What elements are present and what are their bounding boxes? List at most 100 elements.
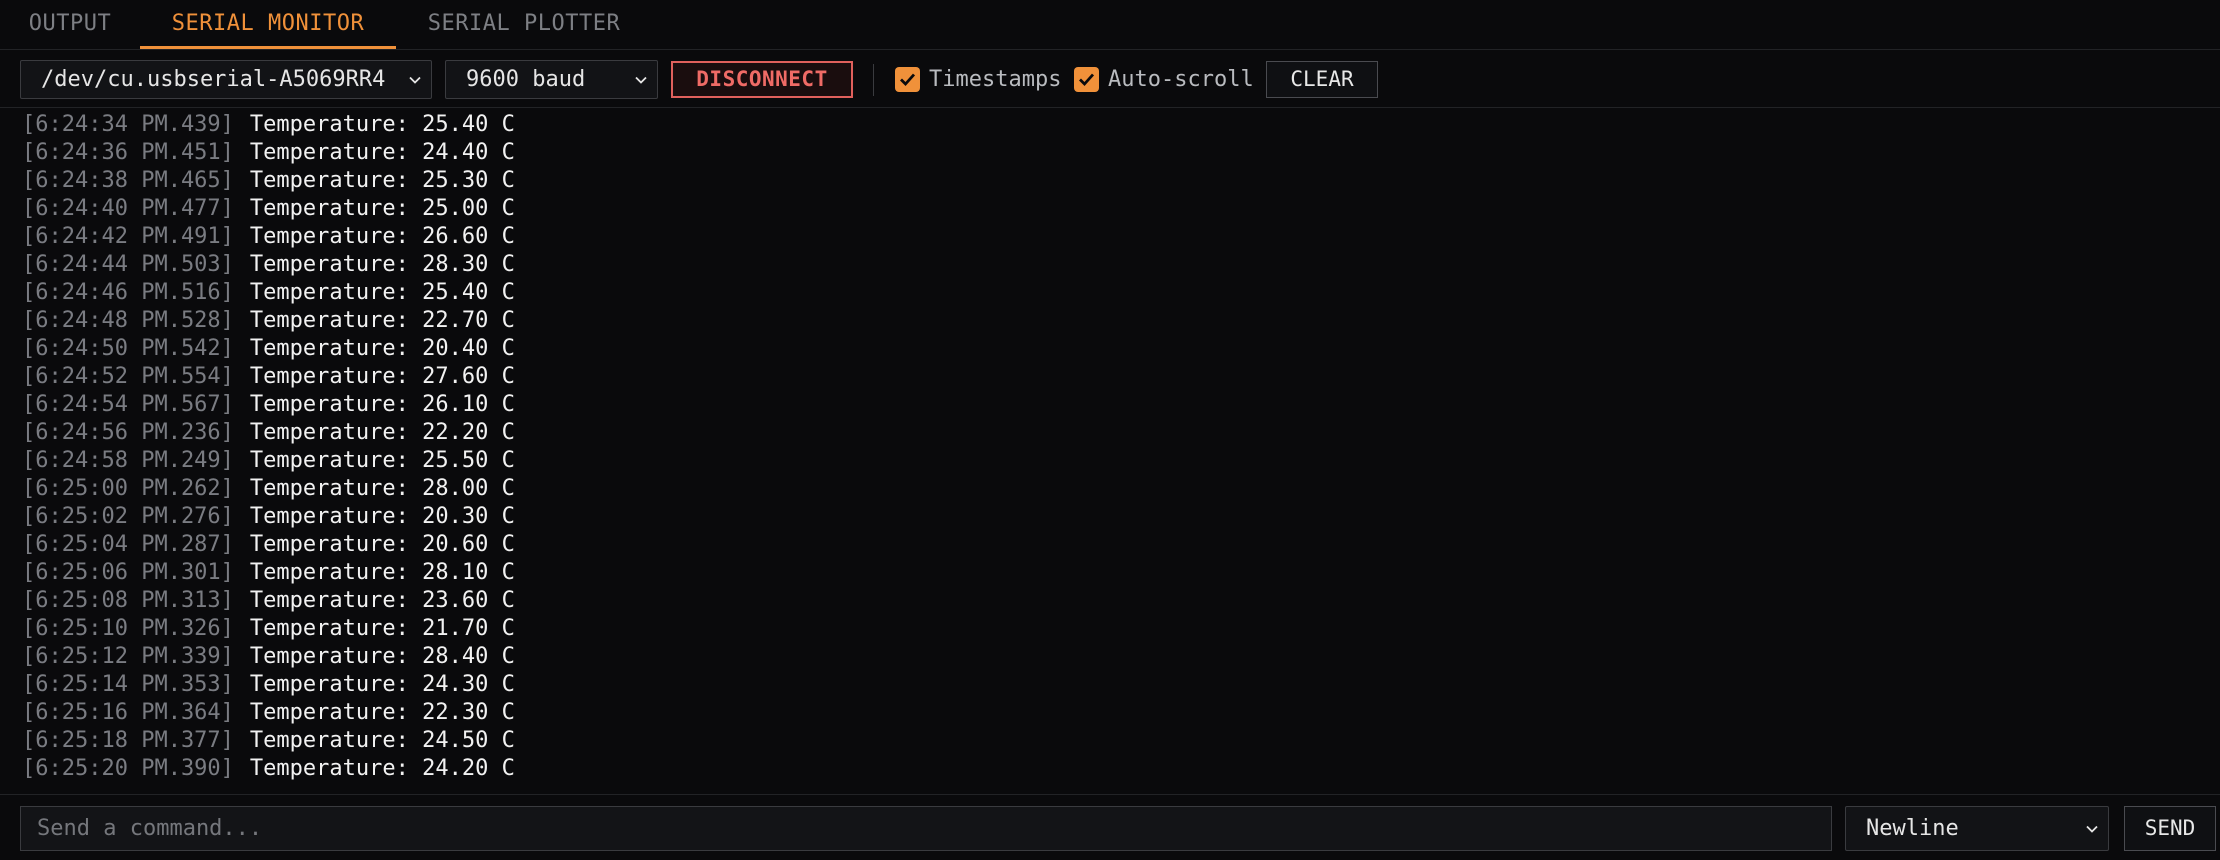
send-button[interactable]: SEND [2124,806,2216,851]
log-timestamp: [6:25:16 PM.364] [22,700,234,725]
log-timestamp: [6:24:50 PM.542] [22,336,234,361]
log-line: [6:24:46 PM.516] Temperature: 25.40 C [22,279,515,307]
log-line: [6:25:12 PM.339] Temperature: 28.40 C [22,643,515,671]
log-timestamp: [6:25:04 PM.287] [22,532,234,557]
log-timestamp: [6:24:58 PM.249] [22,448,234,473]
command-bar: Newline SEND [0,794,2220,860]
log-timestamp: [6:25:14 PM.353] [22,672,234,697]
command-input[interactable] [20,806,1832,851]
timestamps-checkbox[interactable] [895,67,920,92]
log-message: Temperature: 20.30 C [249,504,515,529]
log-message: Temperature: 26.10 C [249,392,515,417]
log-message: Temperature: 28.00 C [249,476,515,501]
log-timestamp: [6:25:12 PM.339] [22,644,234,669]
log-line: [6:24:40 PM.477] Temperature: 25.00 C [22,195,515,223]
log-message: Temperature: 24.30 C [249,672,515,697]
log-timestamp: [6:24:48 PM.528] [22,308,234,333]
log-line: [6:24:42 PM.491] Temperature: 26.60 C [22,223,515,251]
log-line: [6:25:02 PM.276] Temperature: 20.30 C [22,503,515,531]
log-message: Temperature: 25.40 C [249,280,515,305]
log-timestamp: [6:24:42 PM.491] [22,224,234,249]
log-line: [6:25:08 PM.313] Temperature: 23.60 C [22,587,515,615]
log-message: Temperature: 27.60 C [249,364,515,389]
log-line: [6:25:20 PM.390] Temperature: 24.20 C [22,755,515,783]
log-message: Temperature: 22.20 C [249,420,515,445]
log-message: Temperature: 24.50 C [249,728,515,753]
log-line: [6:24:50 PM.542] Temperature: 20.40 C [22,335,515,363]
tab-bar: OUTPUT SERIAL MONITOR SERIAL PLOTTER [0,0,2220,50]
log-message: Temperature: 28.30 C [249,252,515,277]
log-timestamp: [6:24:34 PM.439] [22,112,234,137]
log-message: Temperature: 20.40 C [249,336,515,361]
chevron-down-icon [635,76,647,84]
log-message: Temperature: 25.50 C [249,448,515,473]
log-message: Temperature: 20.60 C [249,532,515,557]
timestamps-label[interactable]: Timestamps [929,60,1061,99]
line-ending-value: Newline [1866,816,1959,841]
log-message: Temperature: 21.70 C [249,616,515,641]
log-line: [6:25:04 PM.287] Temperature: 20.60 C [22,531,515,559]
log-line: [6:25:10 PM.326] Temperature: 21.70 C [22,615,515,643]
log-line: [6:24:44 PM.503] Temperature: 28.30 C [22,251,515,279]
log-timestamp: [6:24:52 PM.554] [22,364,234,389]
log-line: [6:25:18 PM.377] Temperature: 24.50 C [22,727,515,755]
log-line: [6:25:00 PM.262] Temperature: 28.00 C [22,475,515,503]
chevron-down-icon [2086,825,2098,833]
log-message: Temperature: 22.70 C [249,308,515,333]
log-message: Temperature: 25.40 C [249,112,515,137]
log-timestamp: [6:24:56 PM.236] [22,420,234,445]
log-timestamp: [6:24:40 PM.477] [22,196,234,221]
clear-button[interactable]: CLEAR [1266,61,1378,98]
log-timestamp: [6:25:18 PM.377] [22,728,234,753]
tab-serial-monitor[interactable]: SERIAL MONITOR [140,0,396,50]
log-timestamp: [6:25:02 PM.276] [22,504,234,529]
log-timestamp: [6:24:54 PM.567] [22,392,234,417]
toolbar: /dev/cu.usbserial-A5069RR4 9600 baud DIS… [0,50,2220,108]
log-line: [6:25:16 PM.364] Temperature: 22.30 C [22,699,515,727]
log-timestamp: [6:24:44 PM.503] [22,252,234,277]
log-line: [6:24:36 PM.451] Temperature: 24.40 C [22,139,515,167]
log-message: Temperature: 23.60 C [249,588,515,613]
log-message: Temperature: 24.20 C [249,756,515,781]
log-timestamp: [6:25:20 PM.390] [22,756,234,781]
checkmark-icon [900,73,916,87]
log-message: Temperature: 28.10 C [249,560,515,585]
log-timestamp: [6:24:38 PM.465] [22,168,234,193]
log-line: [6:24:58 PM.249] Temperature: 25.50 C [22,447,515,475]
baud-select[interactable]: 9600 baud [445,60,658,99]
port-select-value: /dev/cu.usbserial-A5069RR4 [41,67,386,92]
tab-serial-plotter[interactable]: SERIAL PLOTTER [396,0,652,50]
log-line: [6:25:06 PM.301] Temperature: 28.10 C [22,559,515,587]
line-ending-select[interactable]: Newline [1845,806,2109,851]
log-timestamp: [6:25:10 PM.326] [22,616,234,641]
toolbar-divider [873,64,874,96]
disconnect-button[interactable]: DISCONNECT [671,61,853,98]
serial-log[interactable]: [6:24:34 PM.439] Temperature: 25.40 C [6:2… [0,108,2220,794]
checkmark-icon [1079,73,1095,87]
log-message: Temperature: 25.00 C [249,196,515,221]
autoscroll-checkbox[interactable] [1074,67,1099,92]
chevron-down-icon [409,76,421,84]
log-line: [6:24:56 PM.236] Temperature: 22.20 C [22,419,515,447]
log-line: [6:24:54 PM.567] Temperature: 26.10 C [22,391,515,419]
log-message: Temperature: 26.60 C [249,224,515,249]
log-line: [6:24:48 PM.528] Temperature: 22.70 C [22,307,515,335]
log-line: [6:24:38 PM.465] Temperature: 25.30 C [22,167,515,195]
autoscroll-label[interactable]: Auto-scroll [1108,60,1254,99]
log-line: [6:25:14 PM.353] Temperature: 24.30 C [22,671,515,699]
log-timestamp: [6:24:36 PM.451] [22,140,234,165]
baud-select-value: 9600 baud [466,67,586,92]
port-select[interactable]: /dev/cu.usbserial-A5069RR4 [20,60,432,99]
log-timestamp: [6:25:00 PM.262] [22,476,234,501]
log-line: [6:24:34 PM.439] Temperature: 25.40 C [22,111,515,139]
log-message: Temperature: 28.40 C [249,644,515,669]
serial-monitor-app: OUTPUT SERIAL MONITOR SERIAL PLOTTER /de… [0,0,2220,860]
log-timestamp: [6:25:06 PM.301] [22,560,234,585]
log-message: Temperature: 22.30 C [249,700,515,725]
tab-output[interactable]: OUTPUT [0,0,140,50]
log-timestamp: [6:25:08 PM.313] [22,588,234,613]
log-message: Temperature: 25.30 C [249,168,515,193]
log-timestamp: [6:24:46 PM.516] [22,280,234,305]
log-line: [6:24:52 PM.554] Temperature: 27.60 C [22,363,515,391]
log-message: Temperature: 24.40 C [249,140,515,165]
